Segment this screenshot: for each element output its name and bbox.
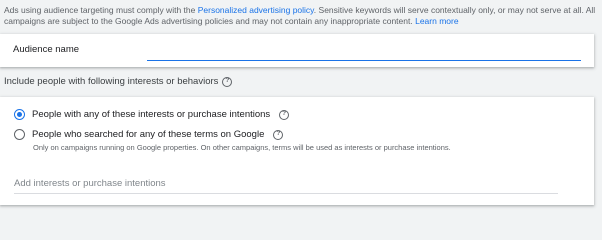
radio-option-interests[interactable]: People with any of these interests or pu…	[14, 109, 290, 120]
interests-card: People with any of these interests or pu…	[0, 97, 594, 205]
help-icon[interactable]: ?	[279, 109, 290, 120]
radio-dot-icon	[17, 112, 22, 117]
search-terms-note: Only on campaigns running on Google prop…	[33, 143, 451, 152]
radio-checked-icon[interactable]	[14, 109, 25, 120]
radio-unchecked-icon[interactable]	[14, 129, 25, 140]
help-icon[interactable]: ?	[273, 129, 284, 140]
audience-name-card: Audience name	[0, 34, 594, 67]
section-title: Include people with following interests …	[4, 76, 233, 87]
personalized-advertising-policy-link[interactable]: Personalized advertising policy	[198, 5, 314, 15]
radio-option-search-terms-label: People who searched for any of these ter…	[32, 129, 265, 140]
section-title-text: Include people with following interests …	[4, 76, 219, 87]
audience-name-input[interactable]	[147, 40, 581, 61]
notice-text-before: Ads using audience targeting must comply…	[4, 5, 198, 15]
radio-option-search-terms[interactable]: People who searched for any of these ter…	[14, 129, 284, 140]
audience-name-label: Audience name	[13, 44, 80, 55]
radio-option-interests-label: People with any of these interests or pu…	[32, 109, 271, 120]
help-icon[interactable]: ?	[222, 76, 233, 87]
add-interests-input[interactable]	[14, 173, 558, 194]
learn-more-link[interactable]: Learn more	[415, 16, 458, 26]
policy-notice: Ads using audience targeting must comply…	[4, 5, 596, 27]
